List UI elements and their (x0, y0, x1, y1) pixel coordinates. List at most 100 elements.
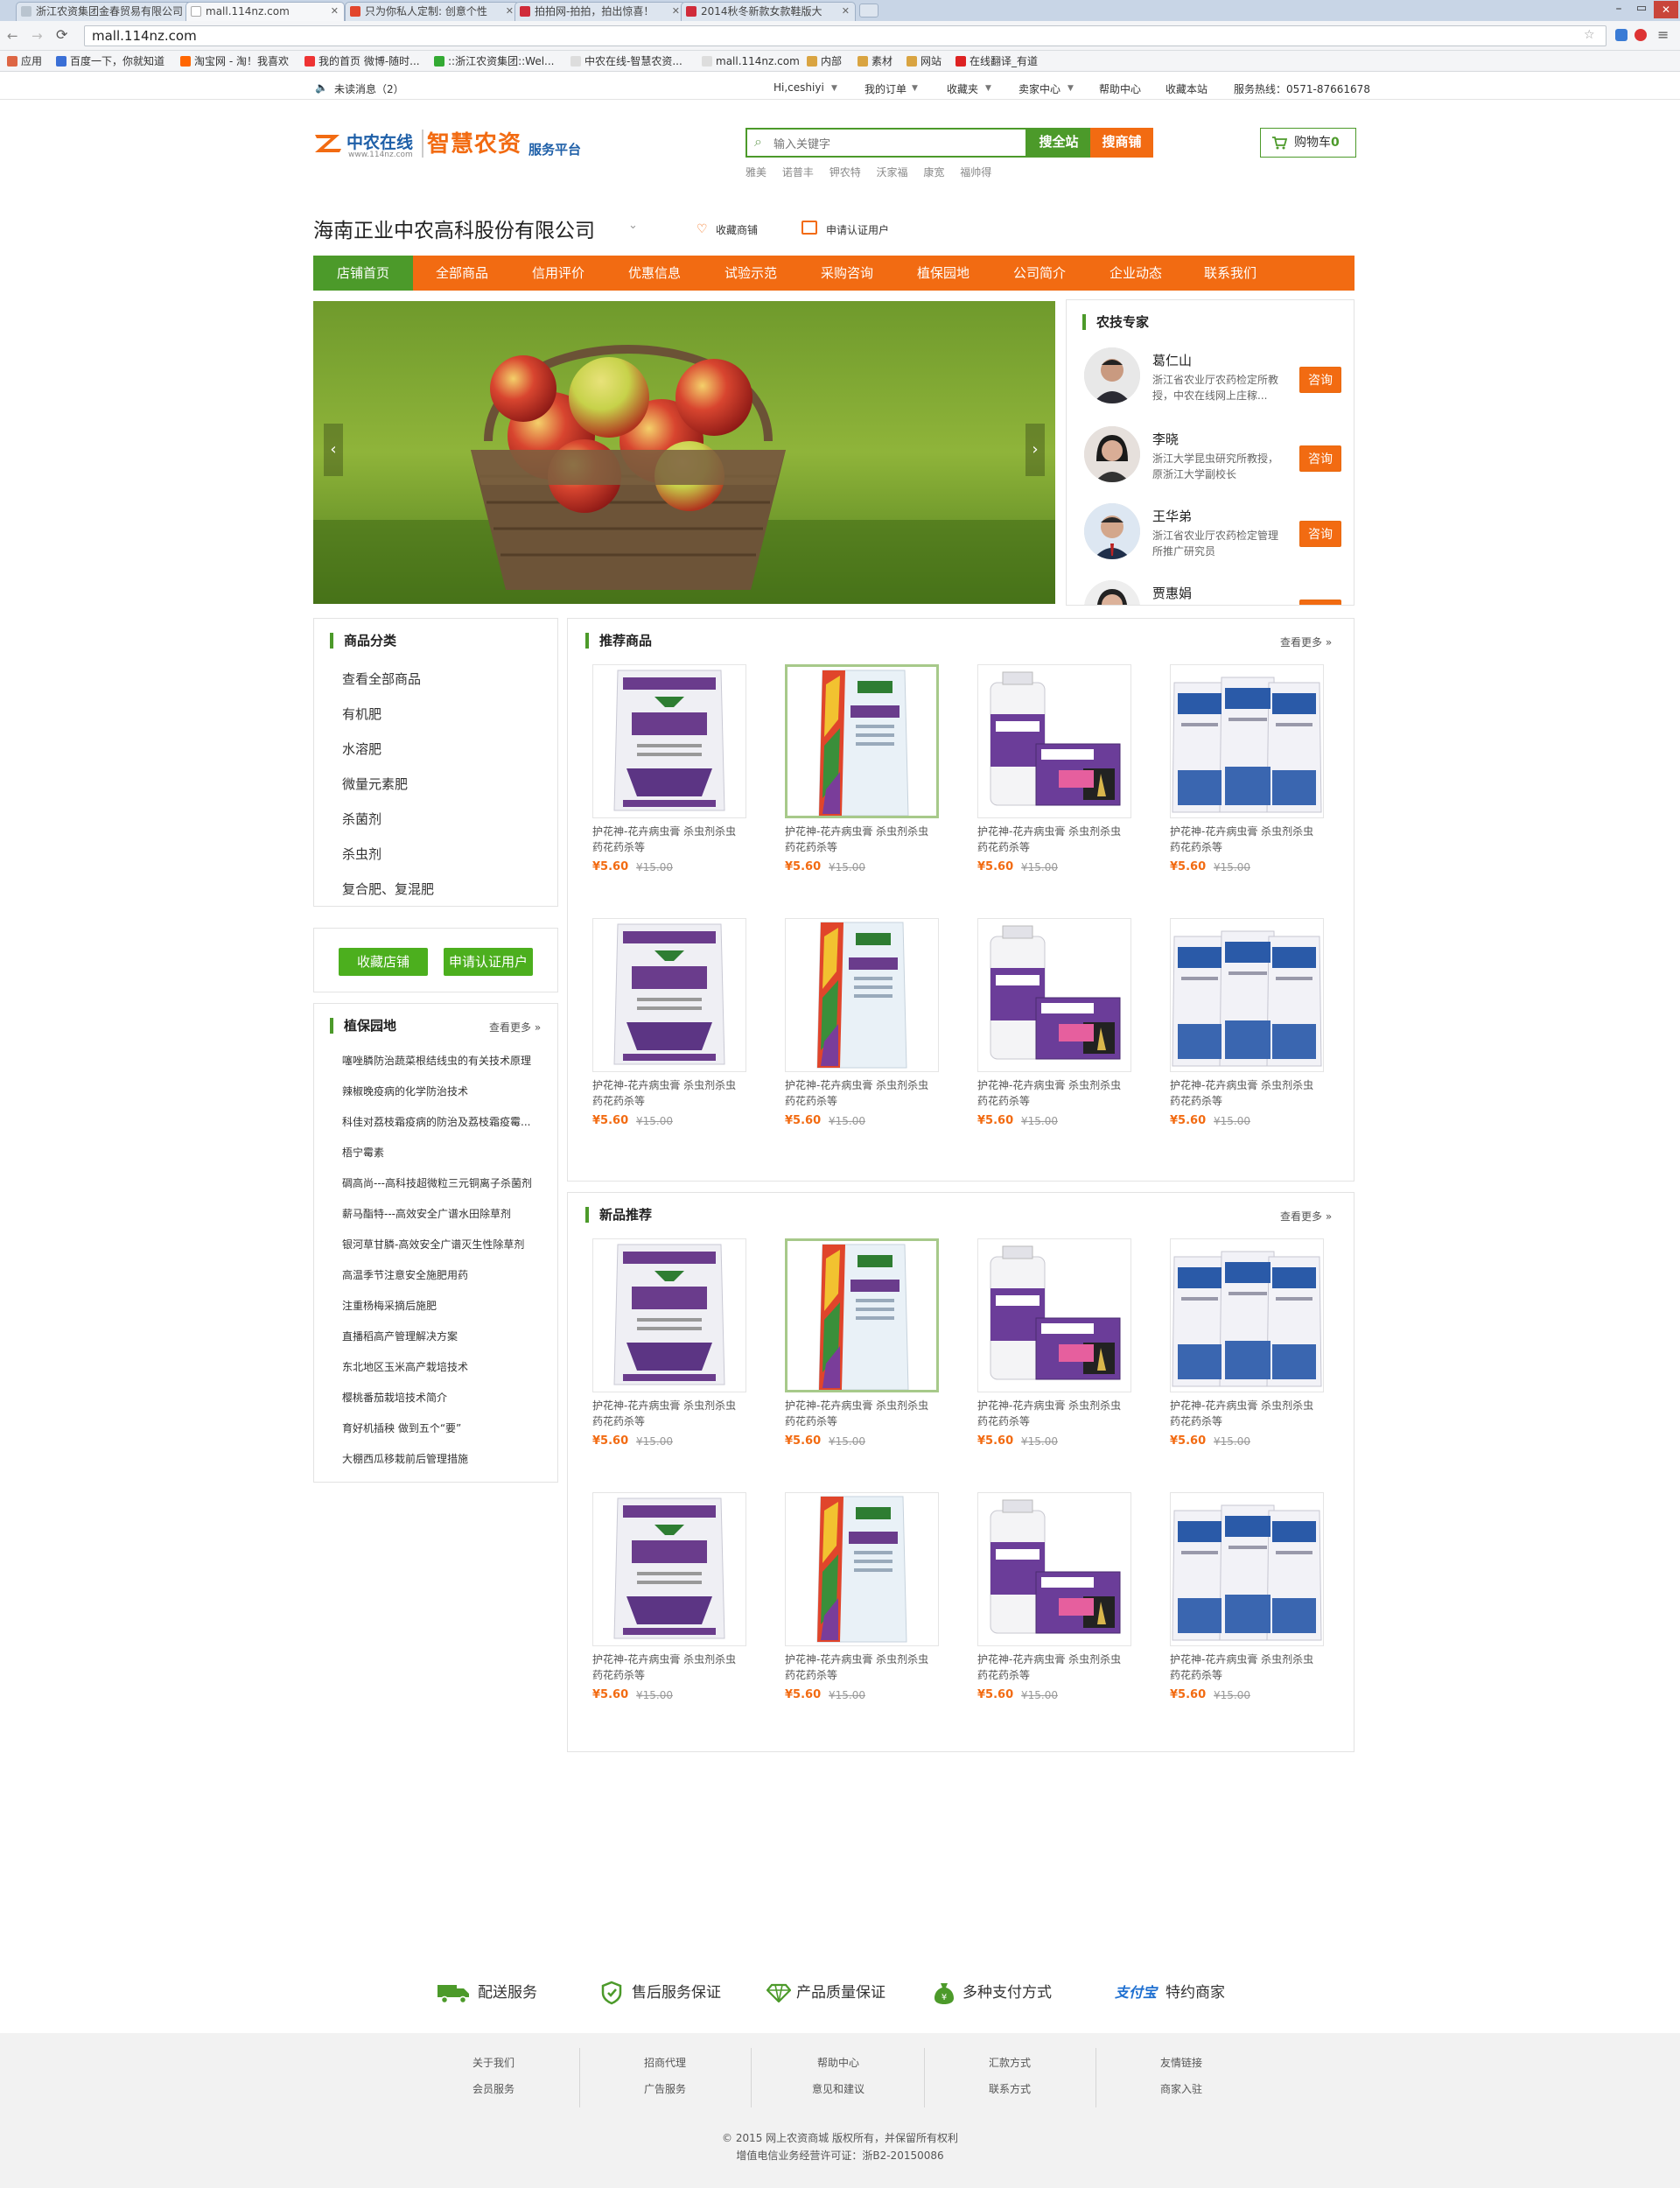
product-name[interactable]: 护花神-花卉病虫膏 杀虫剂杀虫药花药杀等 (592, 1652, 746, 1683)
nav-store-home[interactable]: 店铺首页 (313, 256, 413, 291)
favorite-store-link[interactable]: 收藏商铺 (716, 222, 758, 237)
expert-avatar[interactable] (1084, 347, 1140, 403)
favorites-link[interactable]: 收藏夹 (947, 81, 978, 96)
browser-tab[interactable]: 拍拍网-拍拍，拍出惊喜！ ✕ (514, 2, 686, 21)
bookmark-site-link[interactable]: 收藏本站 (1166, 81, 1208, 96)
nav-purchase-consult[interactable]: 采购咨询 (798, 256, 896, 291)
banner-prev-arrow[interactable]: ‹ (324, 424, 343, 476)
product-name[interactable]: 护花神-花卉病虫膏 杀虫剂杀虫药花药杀等 (592, 1077, 746, 1109)
product-image[interactable] (592, 1492, 746, 1646)
product-image[interactable] (785, 664, 939, 818)
recommended-more-link[interactable]: 查看更多 » (1280, 635, 1332, 649)
article-link[interactable]: 噻唑膦防治蔬菜根结线虫的有关技术原理 (342, 1053, 552, 1068)
article-link[interactable]: 科佳对荔枝霜疫病的防治及荔枝霜疫霉... (342, 1114, 552, 1129)
bookmark-item[interactable]: ::浙江农资集团::Wel... (434, 54, 555, 68)
footer-link[interactable]: 招商代理 (586, 2055, 744, 2070)
product-name[interactable]: 护花神-花卉病虫膏 杀虫剂杀虫药花药杀等 (1170, 1652, 1324, 1683)
consult-button[interactable]: 咨询 (1299, 521, 1341, 547)
footer-link[interactable]: 广告服务 (586, 2081, 744, 2096)
user-greeting[interactable]: Hi,ceshiyi (774, 81, 824, 94)
menu-icon[interactable]: ≡ (1657, 26, 1669, 43)
category-link[interactable]: 查看全部商品 (342, 670, 421, 688)
product-image[interactable] (1170, 918, 1324, 1072)
window-close-icon[interactable]: ✕ (1654, 1, 1678, 18)
search-shop-button[interactable]: 搜商铺 (1090, 128, 1153, 158)
bookmark-folder[interactable]: 内部 (807, 54, 842, 68)
nav-company-news[interactable]: 企业动态 (1088, 256, 1183, 291)
product-image[interactable] (1170, 1492, 1324, 1646)
product-name[interactable]: 护花神-花卉病虫膏 杀虫剂杀虫药花药杀等 (785, 1652, 939, 1683)
category-link[interactable]: 有机肥 (342, 705, 382, 723)
forward-icon[interactable]: → (32, 28, 43, 44)
browser-tab[interactable]: 只为你私人定制: 创意个性 ✕ (345, 2, 520, 21)
product-image[interactable] (1170, 1238, 1324, 1392)
nav-company-intro[interactable]: 公司简介 (990, 256, 1088, 291)
product-image[interactable] (785, 918, 939, 1072)
new-products-more-link[interactable]: 查看更多 » (1280, 1209, 1332, 1224)
article-link[interactable]: 薪马酯特---高效安全广谱水田除草剂 (342, 1206, 552, 1221)
cart-button[interactable]: 购物车0 (1260, 128, 1356, 158)
product-image[interactable] (977, 664, 1131, 818)
browser-tab[interactable]: 浙江农资集团金春贸易有限公司✕ (16, 2, 201, 21)
extension-icon[interactable] (1615, 29, 1628, 41)
footer-link[interactable]: 汇款方式 (931, 2055, 1088, 2070)
nav-all-products[interactable]: 全部商品 (413, 256, 511, 291)
new-tab-button[interactable] (859, 4, 878, 18)
expert-avatar[interactable] (1084, 580, 1140, 605)
bookmark-apps[interactable]: 应用 (7, 54, 42, 68)
bookmark-item[interactable]: 百度一下，你就知道 (56, 54, 164, 68)
expert-avatar[interactable] (1084, 426, 1140, 482)
bookmark-folder[interactable]: 网站 (906, 54, 942, 68)
article-link[interactable]: 注重杨梅采摘后施肥 (342, 1298, 552, 1313)
article-link[interactable]: 育好机插秧 做到五个“要” (342, 1420, 552, 1435)
footer-link[interactable]: 帮助中心 (760, 2055, 917, 2070)
apply-certified-button[interactable]: 申请认证用户 (444, 948, 533, 976)
product-image[interactable] (977, 918, 1131, 1072)
apply-certified-link[interactable]: 申请认证用户 (826, 222, 889, 237)
consult-button[interactable]: 咨询 (1299, 367, 1341, 393)
minimize-icon[interactable]: – (1608, 2, 1629, 18)
bookmark-item[interactable]: 中农在线-智慧农资... (570, 54, 682, 68)
browser-tab[interactable]: 2014秋冬新款女款鞋版大 ✕ (681, 2, 856, 21)
article-link[interactable]: 东北地区玉米高产栽培技术 (342, 1359, 552, 1374)
footer-link[interactable]: 会员服务 (415, 2081, 572, 2096)
banner-carousel[interactable]: ‹ › (313, 301, 1055, 604)
bookmark-star-icon[interactable]: ☆ (1584, 28, 1595, 42)
product-name[interactable]: 护花神-花卉病虫膏 杀虫剂杀虫药花药杀等 (785, 1077, 939, 1109)
product-name[interactable]: 护花神-花卉病虫膏 杀虫剂杀虫药花药杀等 (977, 1077, 1131, 1109)
consult-button[interactable]: 咨询 (1299, 600, 1341, 605)
site-logo[interactable]: 中农在线 www.114nz.com 智慧农资 服务平台 (313, 130, 593, 159)
bookmark-folder[interactable]: 素材 (858, 54, 892, 68)
footer-link[interactable]: 意见和建议 (760, 2081, 917, 2096)
hot-keyword-link[interactable]: 雅美 (746, 166, 766, 179)
product-name[interactable]: 护花神-花卉病虫膏 杀虫剂杀虫药花药杀等 (1170, 1398, 1324, 1429)
close-icon[interactable]: ✕ (842, 3, 850, 20)
close-icon[interactable]: ✕ (331, 3, 339, 20)
nav-promotions[interactable]: 优惠信息 (606, 256, 704, 291)
hot-keyword-link[interactable]: 沃家福 (877, 166, 908, 179)
product-name[interactable]: 护花神-花卉病虫膏 杀虫剂杀虫药花药杀等 (785, 824, 939, 855)
product-name[interactable]: 护花神-花卉病虫膏 杀虫剂杀虫药花药杀等 (977, 824, 1131, 855)
article-link[interactable]: 大棚西瓜移栽前后管理措施 (342, 1451, 552, 1466)
footer-link[interactable]: 联系方式 (931, 2081, 1088, 2096)
reload-icon[interactable]: ⟳ (56, 26, 67, 43)
garden-more-link[interactable]: 查看更多 » (489, 1020, 541, 1034)
address-bar[interactable]: mall.114nz.com (84, 25, 1606, 46)
product-image[interactable] (592, 918, 746, 1072)
browser-tab-active[interactable]: mall.114nz.com ✕ (186, 2, 345, 21)
article-link[interactable]: 辣椒晚疫病的化学防治技术 (342, 1083, 552, 1098)
article-link[interactable]: 银河草甘膦-高效安全广谱灭生性除草剂 (342, 1237, 552, 1252)
nav-credit-reviews[interactable]: 信用评价 (511, 256, 606, 291)
consult-button[interactable]: 咨询 (1299, 445, 1341, 472)
product-name[interactable]: 护花神-花卉病虫膏 杀虫剂杀虫药花药杀等 (592, 824, 746, 855)
product-name[interactable]: 护花神-花卉病虫膏 杀虫剂杀虫药花药杀等 (785, 1398, 939, 1429)
article-link[interactable]: 高温季节注意安全施肥用药 (342, 1267, 552, 1282)
hot-keyword-link[interactable]: 诺普丰 (782, 166, 814, 179)
close-icon[interactable]: ✕ (672, 3, 680, 20)
article-link[interactable]: 碉高尚---高科技超微粒三元铜离子杀菌剂 (342, 1175, 552, 1190)
category-link[interactable]: 杀虫剂 (342, 845, 382, 863)
expert-avatar[interactable] (1084, 503, 1140, 559)
product-name[interactable]: 护花神-花卉病虫膏 杀虫剂杀虫药花药杀等 (1170, 824, 1324, 855)
help-center-link[interactable]: 帮助中心 (1099, 81, 1141, 96)
nav-contact[interactable]: 联系我们 (1183, 256, 1278, 291)
